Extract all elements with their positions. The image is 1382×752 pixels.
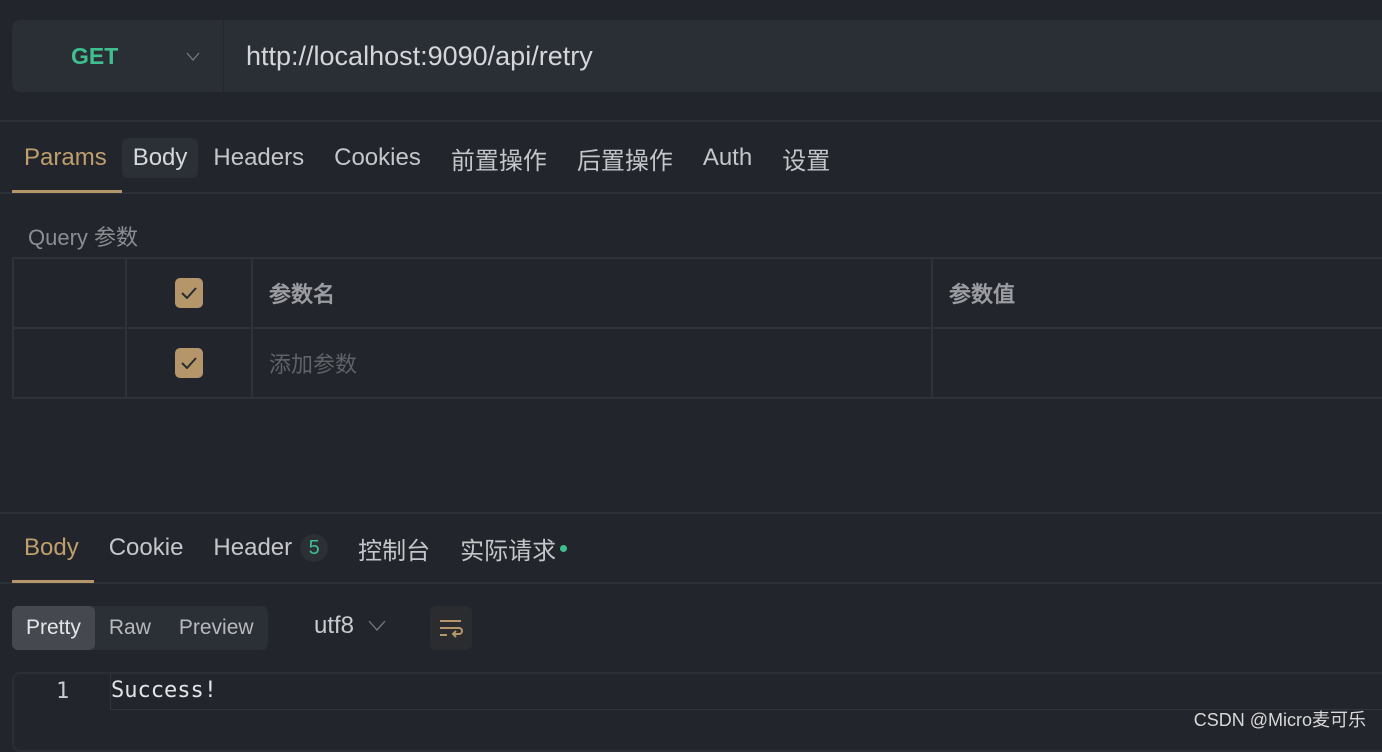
table-header-row: 参数名 参数值 [12,257,1382,329]
table-row: 添加参数 [12,327,1382,399]
watermark: CSDN @Micro麦可乐 [1193,710,1366,730]
chevron-down-icon [368,620,386,631]
tab-response-body[interactable]: Body [9,528,94,568]
tab-actual-request[interactable]: 实际请求 [445,528,582,568]
tab-body[interactable]: Body [121,138,199,178]
drag-cell [12,257,127,329]
divider [0,120,1382,122]
response-body-line: Success! [110,674,1382,710]
active-tab-indicator [12,580,94,583]
view-pretty-button[interactable]: Pretty [12,606,95,650]
method-label: GET [71,42,119,69]
encoding-select[interactable]: utf8 [314,612,386,640]
drag-cell [12,327,127,399]
tab-pre-operations[interactable]: 前置操作 [436,138,562,178]
line-number: 1 [56,679,70,704]
view-raw-button[interactable]: Raw [95,606,165,650]
query-params-title: Query 参数 [28,225,139,250]
tab-post-operations[interactable]: 后置操作 [562,138,688,178]
column-header-name: 参数名 [251,257,933,329]
query-params-table: 参数名 参数值 添加参数 [12,257,1382,399]
tab-console[interactable]: 控制台 [343,528,445,568]
encoding-value: utf8 [314,612,355,639]
select-all-checkbox[interactable] [175,278,203,308]
tab-settings[interactable]: 设置 [767,138,845,178]
checkbox-cell [125,257,253,329]
tab-response-header[interactable]: Header 5 [198,528,343,568]
column-header-value: 参数值 [931,257,1382,329]
tab-auth[interactable]: Auth [688,138,767,178]
view-preview-button[interactable]: Preview [165,606,268,650]
chevron-down-icon [186,52,200,61]
request-tabs: Params Body Headers Cookies 前置操作 后置操作 Au… [9,138,845,178]
divider [0,512,1382,514]
checkbox-cell [125,327,253,399]
tab-cookies[interactable]: Cookies [319,138,436,178]
method-select[interactable]: GET [12,20,224,92]
check-icon [181,287,197,299]
row-checkbox[interactable] [175,348,203,378]
url-input[interactable]: http://localhost:9090/api/retry [246,41,593,72]
word-wrap-button[interactable] [430,606,472,650]
tab-headers[interactable]: Headers [198,138,319,178]
divider [0,192,1382,194]
check-icon [181,357,197,369]
param-name-input[interactable]: 添加参数 [251,327,933,399]
tab-params[interactable]: Params [9,138,122,178]
param-value-input[interactable] [931,327,1382,399]
tab-response-cookie[interactable]: Cookie [94,528,199,568]
active-tab-indicator [12,190,122,193]
divider [0,582,1382,584]
wrap-lines-icon [440,620,463,638]
tab-label: 实际请求 [460,537,557,565]
url-bar: GET http://localhost:9090/api/retry [12,20,1382,92]
status-dot-icon [560,544,568,552]
header-count-badge: 5 [300,534,329,562]
tab-label: Header [213,534,293,561]
response-tabs: Body Cookie Header 5 控制台 实际请求 [9,528,582,568]
view-mode-toggle: Pretty Raw Preview [12,606,268,650]
